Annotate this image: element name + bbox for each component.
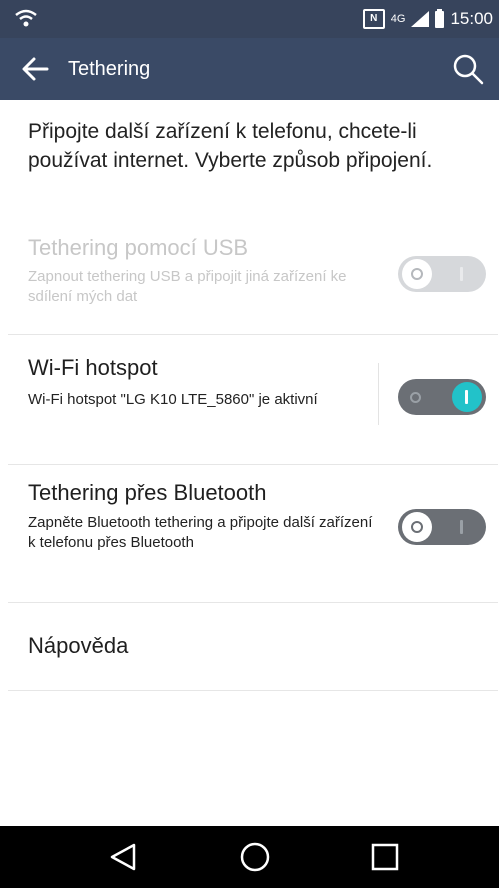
toggle-bar <box>460 520 463 534</box>
bluetooth-tethering-toggle[interactable] <box>398 509 486 545</box>
page-title: Tethering <box>68 58 151 80</box>
help-item[interactable]: Nápověda <box>0 603 499 691</box>
help-label: Nápověda <box>28 633 129 658</box>
battery-icon <box>435 8 445 28</box>
setting-subtitle: Zapnout tethering USB a připojit jiná za… <box>28 268 347 305</box>
status-bar: N 4G 15:00 <box>0 0 499 38</box>
setting-wifi-hotspot[interactable]: Wi-Fi hotspot Wi-Fi hotspot "LG K10 LTE_… <box>0 335 499 455</box>
divider <box>8 690 498 691</box>
back-triangle-icon[interactable] <box>106 840 140 874</box>
setting-title: Wi-Fi hotspot <box>28 355 158 380</box>
vertical-separator <box>378 363 379 425</box>
wifi-icon <box>15 9 37 27</box>
setting-subtitle: Zapněte Bluetooth tethering a připojte d… <box>28 514 373 551</box>
setting-title: Tethering pomocí USB <box>28 235 249 260</box>
intro-text: Připojte další zařízení k telefonu, chce… <box>28 120 433 172</box>
app-bar: Tethering <box>0 38 499 100</box>
setting-title: Tethering přes Bluetooth <box>28 480 267 505</box>
back-arrow-icon[interactable] <box>20 55 50 83</box>
toggle-ring <box>410 392 421 403</box>
signal-icon <box>411 11 430 27</box>
search-icon[interactable] <box>451 52 485 86</box>
navigation-bar <box>0 826 499 888</box>
setting-usb-tethering: Tethering pomocí USB Zapnout tethering U… <box>0 220 499 335</box>
network-type-label: 4G <box>390 13 406 25</box>
setting-bluetooth-tethering[interactable]: Tethering přes Bluetooth Zapněte Bluetoo… <box>0 465 499 600</box>
wifi-hotspot-toggle[interactable] <box>398 379 486 415</box>
usb-tethering-toggle[interactable] <box>398 256 486 292</box>
status-time: 15:00 <box>450 9 493 28</box>
toggle-knob <box>452 382 482 412</box>
recents-square-icon[interactable] <box>368 840 402 874</box>
toggle-knob <box>402 512 432 542</box>
setting-subtitle: Wi-Fi hotspot "LG K10 LTE_5860" je aktiv… <box>28 391 318 408</box>
nfc-icon: N <box>362 9 385 29</box>
toggle-bar <box>460 267 463 281</box>
home-circle-icon[interactable] <box>238 840 272 874</box>
toggle-knob <box>402 259 432 289</box>
